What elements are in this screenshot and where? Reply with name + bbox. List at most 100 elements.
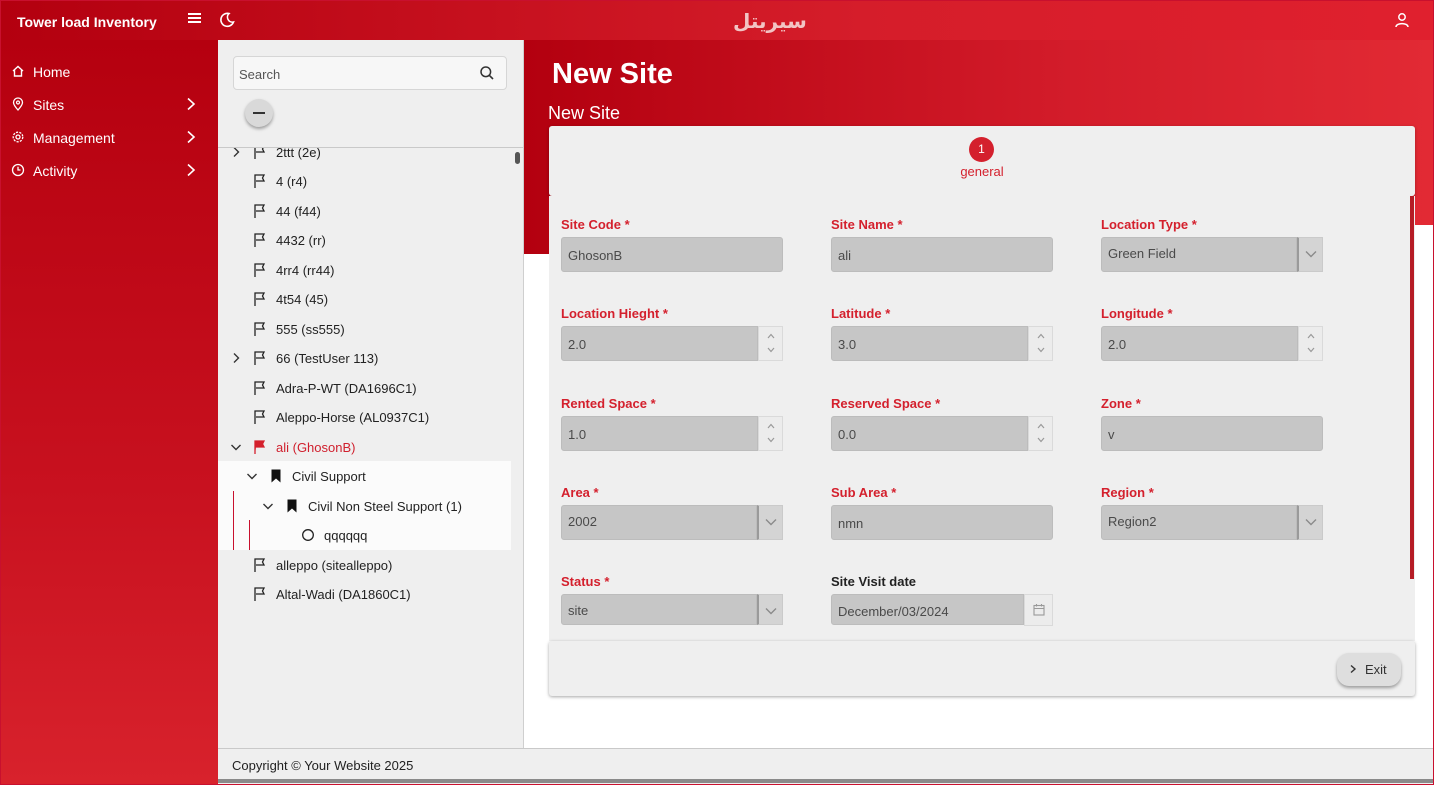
tree-item-label: 555 (ss555) [276, 322, 345, 337]
number-stepper[interactable] [1298, 326, 1323, 361]
flag-icon [254, 148, 266, 159]
zone-field: Zone * v [1101, 396, 1323, 466]
tree-item[interactable]: Civil Support [218, 462, 515, 491]
chevron-down-icon[interactable] [230, 441, 242, 453]
chevron-down-icon[interactable] [1037, 346, 1045, 354]
search-icon[interactable] [479, 65, 495, 81]
tree-item-label: 4t54 (45) [276, 292, 329, 307]
location-type-select[interactable]: Green Field [1101, 237, 1297, 272]
chevron-down-icon [765, 608, 777, 615]
chevron-up-icon[interactable] [1037, 332, 1045, 340]
sidebar-item-label: Home [33, 64, 71, 80]
chevron-down-icon[interactable] [767, 436, 775, 444]
region-field: Region * Region2 [1101, 485, 1323, 555]
tree-item[interactable]: 4 (r4) [218, 167, 515, 196]
tree-item[interactable]: 4432 (rr) [218, 226, 515, 255]
region-select[interactable]: Region2 [1101, 505, 1297, 540]
tree-item-label: Civil Non Steel Support (1) [308, 499, 462, 514]
sidebar-item-management[interactable]: Management [1, 122, 218, 152]
zone-input[interactable]: v [1101, 416, 1323, 451]
rented-space-input[interactable]: 1.0 [561, 416, 758, 451]
sidebar-item-activity[interactable]: Activity [1, 155, 218, 185]
tree-item[interactable]: 66 (TestUser 113) [218, 344, 515, 373]
sub-area-field: Sub Area * nmn [831, 485, 1053, 555]
flag-icon [254, 292, 266, 306]
chevron-down-icon[interactable] [246, 470, 258, 482]
tree-item-label: Adra-P-WT (DA1696C1) [276, 381, 417, 396]
chevron-up-icon[interactable] [767, 422, 775, 430]
location-height-field: Location Hieght * 2.0 [561, 306, 783, 376]
tree-item[interactable]: 2ttt (2e) [218, 148, 515, 167]
sidebar-item-home[interactable]: Home [1, 56, 218, 86]
sidebar-item-sites[interactable]: Sites [1, 89, 218, 119]
form-scrollbar[interactable] [1410, 196, 1414, 579]
dark-mode-moon-icon[interactable] [218, 11, 236, 29]
number-stepper[interactable] [758, 416, 783, 451]
bookmark-icon [287, 499, 297, 513]
chevron-right-icon [187, 163, 196, 177]
reserved-space-field: Reserved Space * 0.0 [831, 396, 1053, 466]
flag-filled-icon [254, 440, 266, 454]
tree-search-input[interactable] [239, 65, 469, 83]
flag-icon [254, 263, 266, 277]
site-visit-date-input[interactable]: December/03/2024 [831, 594, 1024, 625]
longitude-input[interactable]: 2.0 [1101, 326, 1298, 361]
tree-item-label: qqqqqq [324, 528, 368, 543]
tree-item[interactable]: 44 (f44) [218, 197, 515, 226]
tree-item[interactable]: Aleppo-Horse (AL0937C1) [218, 403, 515, 432]
tree-item-label: Civil Support [292, 469, 366, 484]
chevron-down-icon[interactable] [262, 500, 274, 512]
area-select[interactable]: 2002 [561, 505, 757, 540]
step-label[interactable]: general [949, 164, 1015, 179]
dropdown-toggle[interactable] [1297, 505, 1323, 540]
date-picker-toggle[interactable] [1024, 594, 1053, 626]
dropdown-toggle[interactable] [757, 505, 783, 540]
hamburger-menu-icon[interactable] [185, 11, 205, 29]
field-label: Zone * [1101, 396, 1141, 411]
dropdown-toggle[interactable] [757, 594, 783, 625]
tree-item[interactable]: 4t54 (45) [218, 285, 515, 314]
chevron-up-icon[interactable] [1307, 332, 1315, 340]
tree-item[interactable]: 4rr4 (rr44) [218, 256, 515, 285]
number-stepper[interactable] [1028, 416, 1053, 451]
collapse-all-button[interactable] [245, 99, 273, 127]
tree-item[interactable]: Adra-P-WT (DA1696C1) [218, 374, 515, 403]
chevron-down-icon [1305, 251, 1317, 258]
chevron-right-icon[interactable] [230, 148, 242, 158]
chevron-right-icon[interactable] [230, 352, 242, 364]
latitude-input[interactable]: 3.0 [831, 326, 1028, 361]
tree-item-label: 4rr4 (rr44) [276, 263, 335, 278]
location-height-input[interactable]: 2.0 [561, 326, 758, 361]
status-select[interactable]: site [561, 594, 757, 625]
tree-item[interactable]: Altal-Wadi (DA1860C1) [218, 580, 515, 609]
dropdown-toggle[interactable] [1297, 237, 1323, 272]
number-stepper[interactable] [1028, 326, 1053, 361]
tree-item[interactable]: alleppo (sitealleppo) [218, 551, 515, 580]
exit-button[interactable]: Exit [1337, 653, 1401, 686]
field-label: Sub Area * [831, 485, 897, 500]
field-label: Location Type * [1101, 217, 1197, 232]
chevron-up-icon[interactable] [767, 332, 775, 340]
horizontal-scrollbar[interactable] [218, 779, 1433, 783]
tree-item[interactable]: qqqqqq [218, 521, 515, 550]
tree-item[interactable]: 555 (ss555) [218, 315, 515, 344]
tree-item[interactable]: Civil Non Steel Support (1) [218, 492, 515, 521]
tree-item-selected[interactable]: ali (GhosonB) [218, 433, 515, 462]
sidebar-item-label: Management [33, 130, 115, 146]
step-number-badge[interactable]: 1 [969, 137, 994, 162]
user-account-icon[interactable] [1393, 11, 1411, 29]
site-name-input[interactable]: ali [831, 237, 1053, 272]
reserved-space-input[interactable]: 0.0 [831, 416, 1028, 451]
tree-item-label: 2ttt (2e) [276, 148, 321, 160]
number-stepper[interactable] [758, 326, 783, 361]
chevron-up-icon[interactable] [1037, 422, 1045, 430]
field-label: Reserved Space * [831, 396, 941, 411]
sidebar-nav: Home Sites Management Activity [1, 40, 218, 784]
site-code-input[interactable]: GhosonB [561, 237, 783, 272]
tree-scrollbar[interactable] [515, 152, 520, 164]
chevron-down-icon[interactable] [1307, 346, 1315, 354]
sub-area-input[interactable]: nmn [831, 505, 1053, 540]
chevron-down-icon[interactable] [767, 346, 775, 354]
flag-icon [254, 558, 266, 572]
chevron-down-icon[interactable] [1037, 436, 1045, 444]
